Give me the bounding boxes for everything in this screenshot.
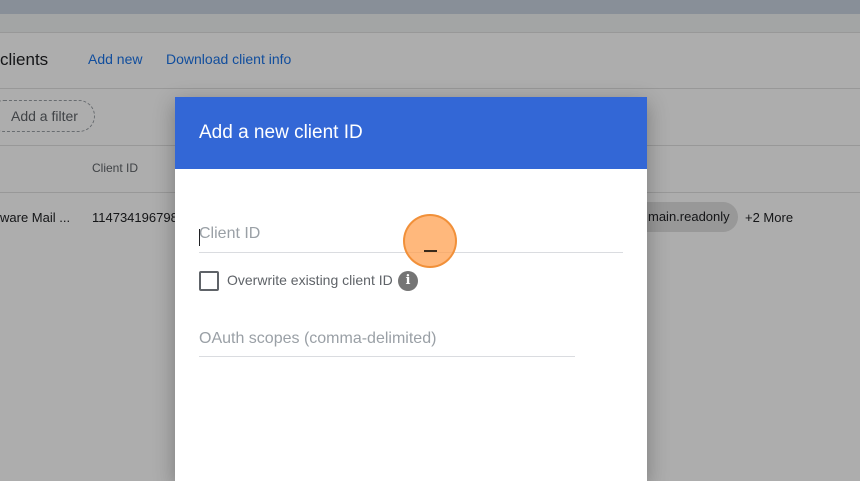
add-client-dialog: Add a new client ID Overwrite existing c… <box>175 97 647 481</box>
dialog-title: Add a new client ID <box>199 122 363 143</box>
dialog-header: Add a new client ID <box>175 97 647 169</box>
text-caret <box>199 229 200 246</box>
oauth-scopes-input[interactable] <box>199 330 575 348</box>
info-icon[interactable]: i <box>398 271 418 291</box>
overwrite-label[interactable]: Overwrite existing client ID <box>227 272 393 288</box>
click-indicator <box>403 214 457 268</box>
overwrite-checkbox[interactable] <box>199 271 219 291</box>
cursor-mark <box>424 250 437 252</box>
oauth-scopes-field[interactable] <box>199 330 575 357</box>
